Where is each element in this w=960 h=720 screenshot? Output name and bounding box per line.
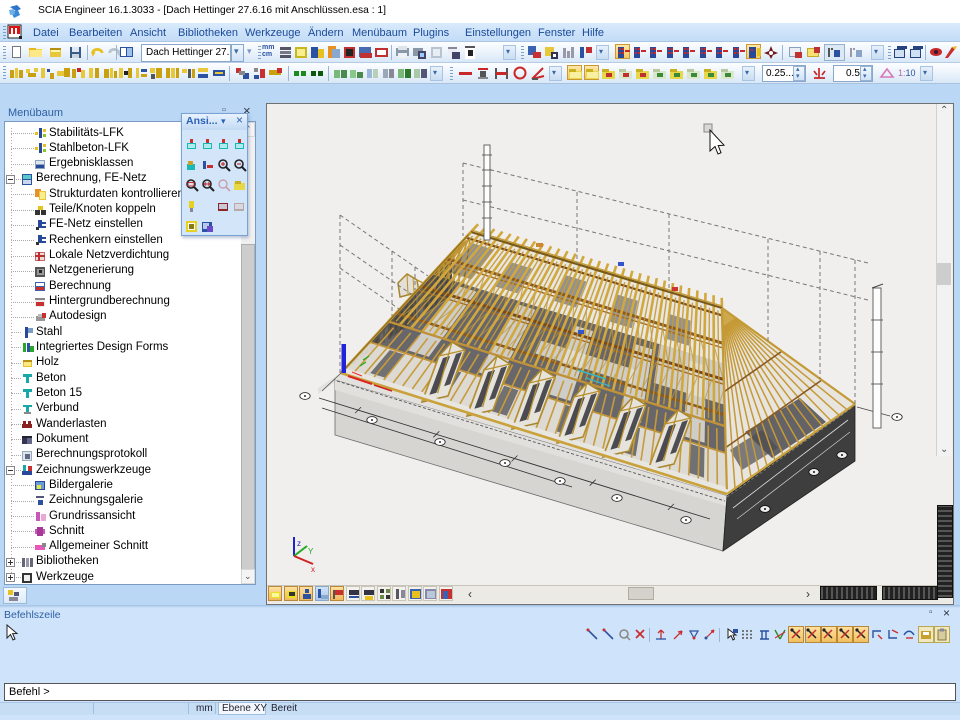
svg-text:x: x [311,565,315,574]
svg-text:z: z [297,539,301,548]
svg-text:Y: Y [308,547,314,556]
